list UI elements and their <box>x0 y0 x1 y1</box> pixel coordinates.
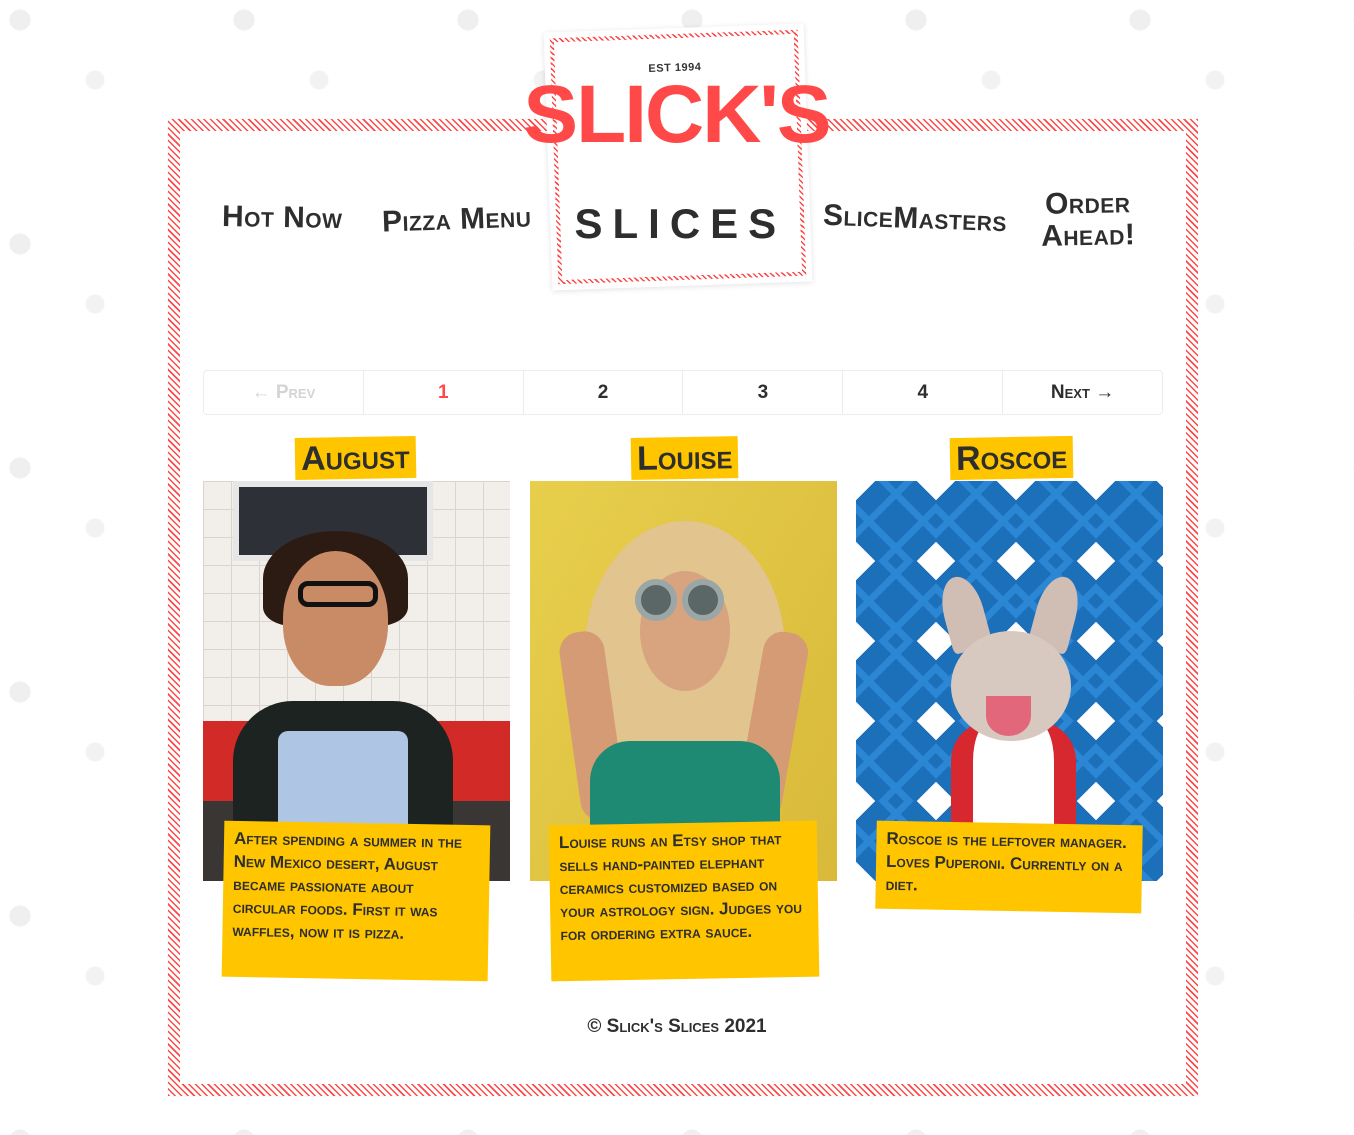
pagination: ← Prev 1 2 3 4 Next → <box>203 370 1163 415</box>
logo[interactable]: EST 1994 SLICK'S SLICES <box>523 23 830 291</box>
logo-subtitle: SLICES <box>574 199 787 247</box>
nav-order-ahead[interactable]: Order Ahead! <box>1037 186 1138 252</box>
slicemaster-description: Roscoe is the leftover manager. Loves Pu… <box>875 820 1143 914</box>
slicemaster-description: Louise runs an Etsy shop that sells hand… <box>548 820 820 982</box>
nav-slicemasters[interactable]: SliceMasters <box>822 199 1007 238</box>
slicemaster-name[interactable]: Roscoe <box>949 435 1074 481</box>
pagination-next[interactable]: Next → <box>1003 371 1162 414</box>
footer-copyright: © Slick's Slices 2021 <box>587 1016 767 1037</box>
slicemaster-name[interactable]: Louise <box>630 436 739 480</box>
pagination-page-2[interactable]: 2 <box>524 371 684 414</box>
pagination-page-1[interactable]: 1 <box>364 371 524 414</box>
pagination-page-3[interactable]: 3 <box>683 371 844 414</box>
pagination-prev[interactable]: ← Prev <box>204 371 364 414</box>
nav-pizza-menu[interactable]: Pizza Menu <box>381 200 531 238</box>
logo-title: SLICK'S <box>523 69 830 161</box>
slicemaster-name[interactable]: August <box>294 435 416 481</box>
photo-sunglasses <box>635 579 677 621</box>
nav-hot-now[interactable]: Hot Now <box>222 200 343 235</box>
photo-face <box>283 551 388 686</box>
photo-dog-tongue <box>986 696 1031 736</box>
photo-glasses <box>298 581 378 607</box>
photo-sunglasses <box>682 579 724 621</box>
slicemaster-description: After spending a summer in the New Mexic… <box>221 820 491 982</box>
pagination-page-4[interactable]: 4 <box>843 371 1004 414</box>
